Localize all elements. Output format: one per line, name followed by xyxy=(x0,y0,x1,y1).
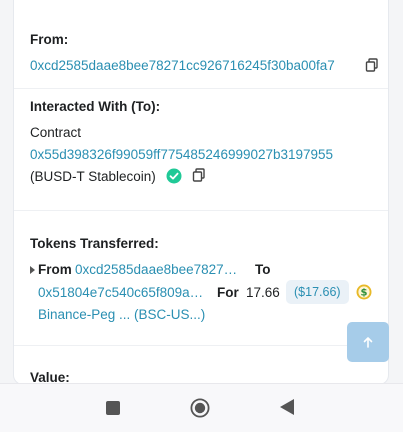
contract-name: (BUSD-T Stablecoin) xyxy=(30,169,156,184)
token-coin-icon: $ xyxy=(356,284,372,300)
divider xyxy=(14,345,388,346)
arrow-up-icon xyxy=(363,337,373,348)
caret-right-icon xyxy=(30,266,35,274)
transfer-amount: 17.66 xyxy=(246,285,280,300)
tokens-transferred-label: Tokens Transferred: xyxy=(30,236,159,251)
transfer-from-address-link[interactable]: 0xcd2585daae8bee7827… xyxy=(75,262,237,277)
usd-value-badge: ($17.66) xyxy=(286,280,349,304)
transfer-from-label: From xyxy=(38,262,72,277)
triangle-back-icon[interactable] xyxy=(280,399,294,415)
interacted-with-label: Interacted With (To): xyxy=(30,99,161,114)
verified-check-icon xyxy=(166,168,182,184)
circle-home-icon[interactable] xyxy=(190,398,210,418)
transfer-for-label: For xyxy=(217,285,239,300)
scroll-to-top-button[interactable] xyxy=(347,322,389,362)
transfer-to-label: To xyxy=(255,262,271,277)
system-navigation-bar xyxy=(0,383,403,432)
copy-icon[interactable] xyxy=(192,168,206,182)
from-address-link[interactable]: 0xcd2585daae8bee78271cc926716245f30ba00f… xyxy=(30,58,335,73)
transfer-to-address-link[interactable]: 0x51804e7c540c65f809a… xyxy=(38,285,203,300)
copy-icon[interactable] xyxy=(365,58,379,72)
square-stop-icon[interactable] xyxy=(106,401,120,415)
contract-address-link[interactable]: 0x55d398326f99059ff775485246999027b31979… xyxy=(30,147,333,162)
contract-type-text: Contract xyxy=(30,125,82,140)
divider xyxy=(14,210,388,211)
divider xyxy=(14,88,388,89)
svg-text:$: $ xyxy=(361,288,368,299)
from-label: From: xyxy=(30,32,69,47)
token-name-link[interactable]: Binance-Peg ... (BSC-US...) xyxy=(38,307,205,322)
transaction-details-card: From: 0xcd2585daae8bee78271cc926716245f3… xyxy=(13,0,389,385)
